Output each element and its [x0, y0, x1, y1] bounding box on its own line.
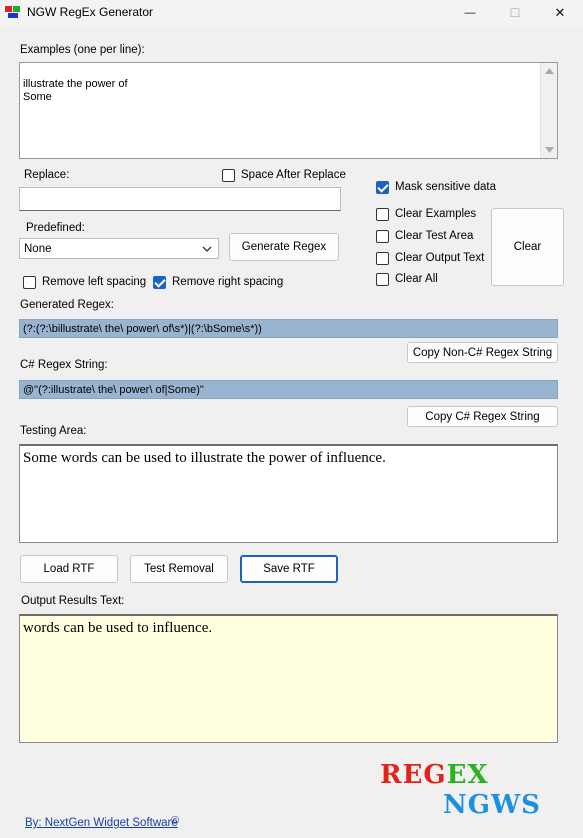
generated-regex-field[interactable]: (?:(?:\billustrate\ the\ power\ of\s*)|(… [19, 319, 558, 338]
clear-examples-label: Clear Examples [395, 208, 477, 220]
copy-csharp-button[interactable]: Copy C# Regex String [407, 406, 558, 427]
remove-left-spacing-checkbox[interactable] [23, 276, 36, 289]
space-after-replace-checkbox[interactable] [222, 169, 235, 182]
generated-regex-value: (?:(?:\billustrate\ the\ power\ of\s*)|(… [23, 323, 262, 335]
app-icon [5, 5, 21, 19]
maximize-icon: ☐ [509, 6, 521, 20]
regex-ngws-logo: REGEX NGWS [380, 760, 540, 824]
predefined-selected: None [24, 242, 52, 255]
output-results-text: words can be used to influence. [23, 620, 213, 636]
generate-regex-button[interactable]: Generate Regex [229, 233, 339, 261]
testing-area-label: Testing Area: [20, 425, 87, 437]
examples-textarea[interactable]: illustrate the power of Some [19, 62, 558, 159]
csharp-regex-value: @"(?:illustrate\ the\ power\ of|Some)" [23, 384, 204, 396]
load-rtf-button[interactable]: Load RTF [20, 555, 118, 583]
clear-output-text-label: Clear Output Text [395, 252, 485, 264]
copy-non-csharp-button[interactable]: Copy Non-C# Regex String [407, 342, 558, 363]
csharp-regex-label: C# Regex String: [20, 359, 108, 371]
output-results-label: Output Results Text: [21, 595, 125, 607]
clear-examples-checkbox[interactable] [376, 208, 389, 221]
csharp-regex-field[interactable]: @"(?:illustrate\ the\ power\ of|Some)" [19, 380, 558, 399]
space-after-replace-label: Space After Replace [241, 169, 346, 181]
close-button[interactable]: ✕ [537, 0, 583, 26]
footer-link[interactable]: By: NextGen Widget Software [25, 817, 178, 829]
logo-ex-part: EX [446, 760, 489, 790]
copyright-icon: © [171, 815, 180, 827]
chevron-down-icon [202, 246, 212, 252]
remove-left-spacing-label: Remove left spacing [42, 276, 147, 288]
predefined-label: Predefined: [26, 222, 85, 234]
generated-regex-label: Generated Regex: [20, 299, 114, 311]
minimize-button[interactable]: — [447, 0, 493, 26]
logo-line-1: REGEX [380, 760, 489, 790]
logo-regex-text: REGEX [380, 760, 489, 790]
clear-test-area-checkbox[interactable] [376, 230, 389, 243]
remove-right-spacing-label: Remove right spacing [172, 276, 284, 288]
replace-label: Replace: [24, 169, 70, 181]
mask-sensitive-checkbox[interactable] [376, 181, 389, 194]
test-removal-button[interactable]: Test Removal [130, 555, 228, 583]
examples-label: Examples (one per line): [20, 44, 145, 56]
logo-reg-part: REG [380, 760, 447, 790]
close-icon: ✕ [554, 5, 566, 20]
testing-area-text: Some words can be used to illustrate the… [23, 450, 386, 466]
clear-test-area-label: Clear Test Area [395, 230, 474, 242]
mask-sensitive-label: Mask sensitive data [395, 181, 496, 193]
predefined-dropdown[interactable]: None [19, 238, 219, 259]
remove-right-spacing-checkbox[interactable] [153, 276, 166, 289]
clear-all-checkbox[interactable] [376, 273, 389, 286]
minimize-icon: — [464, 7, 476, 19]
logo-line-2: NGWS [443, 790, 541, 820]
testing-area-textbox[interactable]: Some words can be used to illustrate the… [19, 444, 558, 543]
output-results-textbox[interactable]: words can be used to influence. [19, 614, 558, 743]
maximize-button[interactable]: ☐ [492, 0, 538, 26]
clear-all-label: Clear All [395, 273, 438, 285]
scroll-down-icon[interactable] [545, 147, 554, 153]
scroll-up-icon[interactable] [545, 68, 554, 74]
clear-output-text-checkbox[interactable] [376, 252, 389, 265]
clear-button[interactable]: Clear [491, 208, 564, 286]
examples-text: illustrate the power of Some [23, 78, 128, 103]
title-bar: NGW RegEx Generator — ☐ ✕ [0, 0, 583, 26]
examples-scrollbar[interactable] [540, 63, 557, 158]
replace-input[interactable] [19, 187, 341, 211]
save-rtf-button[interactable]: Save RTF [240, 555, 338, 583]
window-title: NGW RegEx Generator [27, 5, 154, 19]
